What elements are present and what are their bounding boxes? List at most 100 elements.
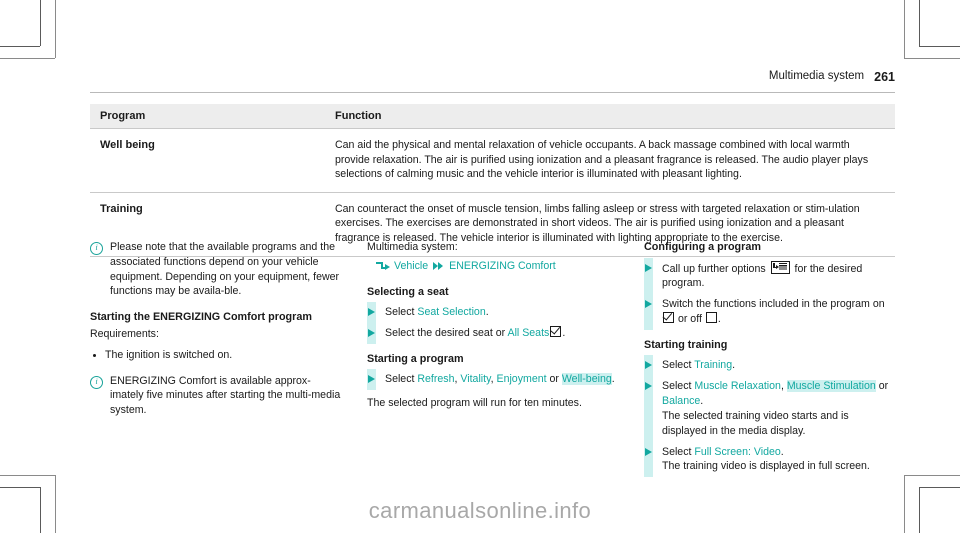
nav-intro-label: Multimedia system:: [367, 241, 458, 253]
crop-mark-tl2-v: [55, 0, 56, 58]
step-select-training: Select Training.: [644, 355, 895, 377]
info-circle-icon: [90, 375, 103, 389]
crop-mark-bl-h: [0, 487, 40, 488]
step-text: Switch the functions included in the pro…: [662, 297, 895, 327]
menu-item-full-screen-video[interactable]: Full Screen: Video: [694, 446, 780, 458]
requirement-item: The ignition is switched on.: [90, 348, 341, 363]
menu-item-vitality[interactable]: Vitality: [460, 373, 490, 385]
crop-mark-tl-v: [40, 0, 41, 46]
column-middle: Multimedia system: Vehicle ENERGIZING Co…: [367, 240, 618, 474]
heading-configuring-a-program: Configuring a program: [644, 241, 761, 253]
crop-mark-bl2-h: [0, 475, 55, 476]
menu-item-training[interactable]: Training: [694, 359, 732, 371]
triangle-step-icon: [645, 447, 652, 456]
crop-mark-tr-v: [919, 0, 920, 46]
table-row: Well being Can aid the physical and ment…: [90, 128, 895, 193]
note-available-programs: Please note that the available programs …: [90, 240, 341, 299]
cell-function-description: Can aid the physical and mental relaxati…: [325, 128, 895, 193]
info-circle-icon: [90, 242, 103, 255]
step-select-desired-seat: Select the desired seat or All Seats.: [367, 323, 618, 344]
step-call-up-options: Call up further options for the desired …: [644, 257, 895, 295]
requirement-text: The ignition is switched on.: [105, 348, 233, 361]
step-text: Select the desired seat or All Seats.: [385, 326, 618, 341]
step-text-suffix: .: [732, 359, 736, 372]
step-text: Select Training.: [662, 358, 895, 373]
note-text: ENERGIZING Comfort is available approx‐i…: [110, 374, 341, 417]
crop-mark-tr2-h: [904, 58, 960, 59]
step-select-full-screen-video: Select Full Screen: Video. The training …: [644, 441, 895, 478]
step-text-suffix: .: [562, 327, 566, 340]
checkbox-checked-icon[interactable]: [663, 312, 674, 324]
page-number: 261: [874, 70, 895, 84]
program-function-table: Program Function Well being Can aid the …: [90, 104, 895, 257]
step-text: Call up further options for the desired …: [662, 260, 895, 292]
menu-item-muscle-relaxation[interactable]: Muscle Relaxation: [694, 380, 781, 392]
triangle-step-icon: [368, 329, 375, 338]
column-left: Please note that the available programs …: [90, 240, 341, 474]
triangle-step-icon: [645, 263, 652, 272]
options-list-icon[interactable]: [770, 260, 790, 274]
menu-item-enjoyment[interactable]: Enjoyment: [497, 373, 547, 385]
crop-mark-tr2-v: [904, 0, 905, 58]
step-text-prefix: Select: [385, 373, 418, 386]
step-text-prefix: Select the desired seat or: [385, 327, 508, 340]
menu-item-all-seats[interactable]: All Seats: [508, 327, 550, 339]
step-text: Select Refresh, Vitality, Enjoyment or W…: [385, 372, 618, 387]
triangle-step-icon: [645, 361, 652, 370]
heading-starting-training: Starting training: [644, 338, 728, 351]
step-text-suffix: .: [485, 306, 489, 319]
header-section-title: Multimedia system: [768, 70, 865, 82]
crop-mark-tl2-h: [0, 58, 55, 59]
menu-item-refresh[interactable]: Refresh: [417, 373, 454, 385]
menu-item-balance[interactable]: Balance: [662, 395, 700, 407]
triangle-step-icon: [368, 308, 375, 317]
bullet-dot-icon: [93, 353, 96, 357]
menu-item-well-being[interactable]: Well-being: [561, 373, 612, 386]
step-result-text: The training video is displayed in full …: [662, 460, 870, 473]
program-duration-note: The selected program will run for ten mi…: [367, 397, 582, 410]
separator: ,: [780, 380, 787, 393]
step-text-prefix: Select: [662, 359, 695, 372]
nav-path-step-2[interactable]: ENERGIZING Comfort: [449, 259, 556, 274]
site-watermark: carmanualsonline.info: [368, 498, 592, 523]
step-text-prefix: Switch the functions included in the pro…: [662, 298, 885, 311]
double-chevron-icon: [433, 261, 444, 271]
checkbox-checked-icon[interactable]: [550, 326, 562, 338]
step-select-program: Select Refresh, Vitality, Enjoyment or W…: [367, 369, 618, 391]
checkbox-unchecked-icon[interactable]: [705, 312, 717, 324]
step-text-suffix: .: [780, 445, 784, 458]
column-header-program: Program: [90, 104, 325, 129]
step-switch-functions: Switch the functions included in the pro…: [644, 294, 895, 330]
column-right: Configuring a program Call up further op…: [644, 240, 895, 478]
table-header-row: Program Function: [90, 104, 895, 129]
crop-mark-br2-h: [904, 475, 960, 476]
step-text-middle: or off: [675, 313, 705, 326]
content-columns: Please note that the available programs …: [90, 240, 895, 478]
step-text: Select Seat Selection.: [385, 305, 618, 320]
heading-starting-a-program: Starting a program: [367, 352, 464, 365]
triangle-step-icon: [368, 375, 375, 384]
crop-mark-tl-h: [0, 46, 40, 47]
requirements-label: Requirements:: [90, 327, 159, 340]
step-text-suffix: .: [700, 395, 704, 408]
step-text: Select Muscle Relaxation, Muscle Stimula…: [662, 379, 895, 438]
heading-starting-energizing-comfort: Starting the ENERGIZING Comfort program: [90, 311, 312, 324]
crop-mark-br-h: [919, 487, 960, 488]
step-select-seat-selection: Select Seat Selection.: [367, 302, 618, 324]
note-energizing-availability: ENERGIZING Comfort is available approx‐i…: [90, 374, 341, 418]
nav-path-step-1[interactable]: Vehicle: [394, 259, 428, 274]
heading-selecting-a-seat: Selecting a seat: [367, 285, 449, 298]
triangle-step-icon: [645, 382, 652, 391]
step-text-suffix: .: [717, 313, 721, 326]
step-text-prefix: Select: [662, 380, 695, 393]
menu-item-seat-selection[interactable]: Seat Selection: [417, 306, 485, 318]
step-text: Select Full Screen: Video. The training …: [662, 445, 895, 475]
navigation-path[interactable]: Vehicle ENERGIZING Comfort: [367, 259, 618, 274]
page-header: Multimedia system 261: [90, 70, 895, 93]
note-text: Please note that the available programs …: [110, 241, 340, 298]
step-text-prefix: Call up further options: [662, 262, 769, 275]
menu-item-muscle-stimulation[interactable]: Muscle Stimulation: [786, 380, 876, 393]
column-header-function: Function: [325, 104, 895, 129]
step-select-training-type: Select Muscle Relaxation, Muscle Stimula…: [644, 376, 895, 442]
crop-mark-tr-h: [919, 46, 960, 47]
